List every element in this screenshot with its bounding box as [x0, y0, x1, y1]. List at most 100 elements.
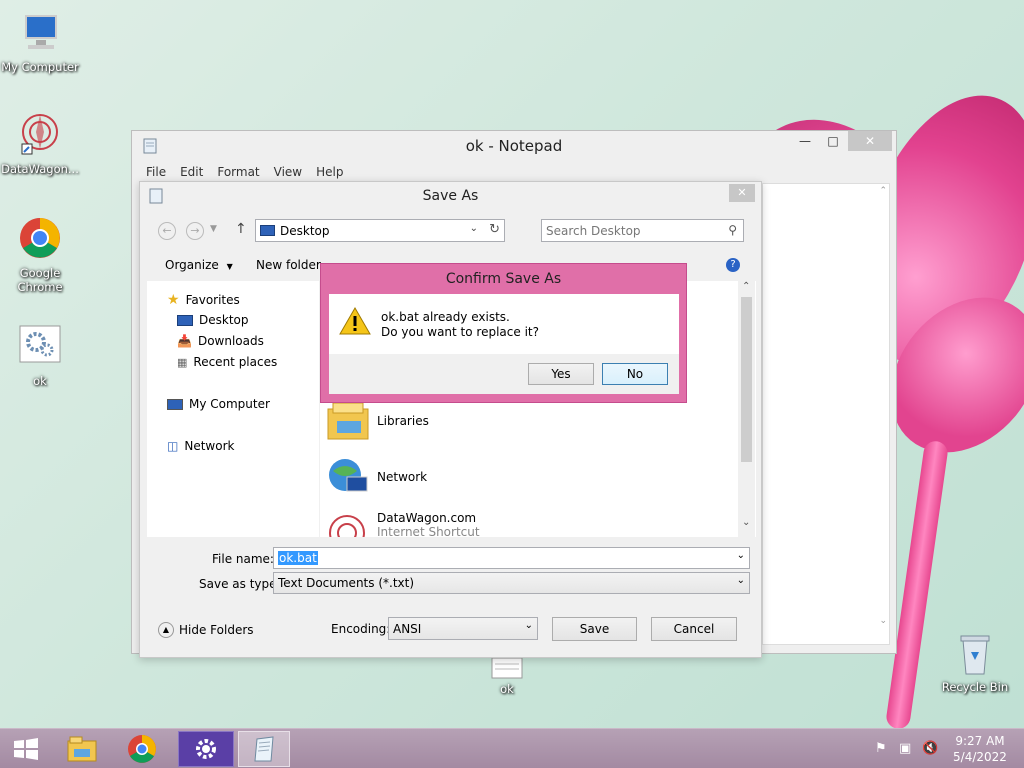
desktop-icon-ok-txt[interactable]: ok: [467, 656, 547, 696]
save-button[interactable]: Save: [552, 617, 637, 641]
address-bar[interactable]: Desktop ⌄ ↻: [255, 219, 505, 242]
file-name-label: File name:: [212, 552, 274, 566]
confirm-body: ok.bat already exists. Do you want to re…: [329, 294, 679, 354]
encoding-label: Encoding:: [331, 622, 391, 636]
notepad-text-area[interactable]: ⌃ ⌄: [762, 183, 890, 645]
address-text: Desktop: [280, 223, 330, 238]
list-item[interactable]: Network: [325, 455, 427, 499]
list-item[interactable]: Libraries: [325, 399, 429, 443]
notepad-title: ok - Notepad: [465, 137, 563, 155]
folder-icon: [67, 736, 97, 762]
file-type: Internet Shortcut: [377, 525, 480, 537]
action-center-flag-icon[interactable]: ⚑: [875, 741, 887, 756]
network-status-icon[interactable]: ▣: [899, 741, 911, 756]
tree-recent-places[interactable]: ▦ Recent places: [177, 355, 277, 369]
datawagon-icon: [329, 515, 365, 537]
minimize-button[interactable]: —: [792, 131, 818, 151]
organize-button[interactable]: Organize ▼: [165, 258, 233, 272]
chevron-down-icon: ▼: [226, 262, 233, 271]
vertical-scrollbar[interactable]: ⌃ ⌄: [738, 281, 755, 537]
list-item[interactable]: DataWagon.com Internet Shortcut: [325, 511, 480, 537]
cancel-button[interactable]: Cancel: [651, 617, 737, 641]
notepad-app-icon: [148, 187, 164, 215]
start-button[interactable]: [0, 731, 52, 767]
desktop-icon-label: My Computer: [1, 60, 79, 74]
menu-edit[interactable]: Edit: [180, 165, 203, 179]
menu-file[interactable]: File: [146, 165, 166, 179]
up-arrow-icon[interactable]: ↑: [235, 221, 247, 237]
gear-icon: [196, 739, 216, 759]
network-icon: ◫: [167, 439, 179, 453]
maximize-button[interactable]: □: [820, 131, 846, 151]
desktop-icon-google-chrome[interactable]: Google Chrome: [0, 216, 80, 294]
desktop-icon-recycle-bin[interactable]: Recycle Bin: [935, 630, 1015, 694]
scroll-down-icon[interactable]: ⌄: [742, 517, 750, 528]
notepad-titlebar[interactable]: ok - Notepad — □ ✕: [132, 131, 896, 161]
taskbar-file-explorer[interactable]: [56, 731, 108, 767]
chevron-up-icon: ▲: [158, 622, 174, 638]
chevron-down-icon: ⌄: [524, 620, 533, 631]
confirm-title: Confirm Save As: [445, 271, 562, 287]
desktop-icon-label: DataWagon...: [1, 162, 79, 176]
yes-button[interactable]: Yes: [528, 363, 594, 385]
menu-format[interactable]: Format: [217, 165, 259, 179]
search-input[interactable]: Search Desktop ⚲: [541, 219, 744, 242]
save-as-type-select[interactable]: Text Documents (*.txt) ⌄: [273, 572, 750, 594]
save-as-type-label: Save as type:: [199, 577, 281, 591]
desktop-icon-my-computer[interactable]: My Computer: [0, 10, 80, 74]
save-as-titlebar[interactable]: Save As ✕: [140, 182, 761, 210]
desktop-icon-label: Google Chrome: [17, 266, 63, 294]
taskbar-settings[interactable]: [178, 731, 234, 767]
chevron-down-icon[interactable]: ⌄: [470, 223, 478, 234]
downloads-icon: 📥: [177, 334, 192, 348]
chevron-down-icon: ⌄: [736, 575, 745, 586]
menu-help[interactable]: Help: [316, 165, 343, 179]
navigation-pane: ★ Favorites Desktop 📥 Downloads ▦ Recent…: [147, 281, 319, 537]
hide-folders-button[interactable]: ▲ Hide Folders: [158, 622, 254, 638]
dropdown-arrow-icon[interactable]: ▼: [210, 224, 217, 234]
taskbar-notepad[interactable]: [238, 731, 290, 767]
encoding-select[interactable]: ANSI ⌄: [388, 617, 538, 640]
desktop-icon-ok-bat[interactable]: ok: [0, 324, 80, 388]
clock-date: 5/4/2022: [953, 750, 1007, 764]
desktop-icon-label: ok: [500, 682, 514, 696]
forward-arrow-icon[interactable]: →: [186, 222, 204, 240]
refresh-icon[interactable]: ↻: [489, 222, 500, 237]
scroll-thumb[interactable]: [741, 297, 752, 462]
clock-time: 9:27 AM: [955, 734, 1005, 748]
network-globe-icon: [329, 459, 368, 492]
tree-my-computer[interactable]: My Computer: [167, 397, 270, 411]
close-button[interactable]: ✕: [848, 131, 892, 151]
scroll-down-icon[interactable]: ⌄: [879, 616, 887, 626]
desktop-icon-label: Recycle Bin: [941, 680, 1009, 694]
tree-downloads[interactable]: 📥 Downloads: [177, 334, 264, 348]
libraries-folder-icon: [327, 402, 369, 440]
chevron-down-icon[interactable]: ⌄: [737, 550, 745, 561]
scroll-up-icon[interactable]: ⌃: [879, 186, 887, 196]
file-name-input[interactable]: ok.bat ⌄: [273, 547, 750, 569]
no-button[interactable]: No: [602, 363, 668, 385]
tree-favorites[interactable]: ★ Favorites: [167, 292, 240, 308]
computer-icon: [167, 398, 183, 410]
volume-muted-icon[interactable]: 🔇: [922, 741, 938, 756]
desktop-folder-icon: [260, 225, 275, 236]
new-folder-button[interactable]: New folder: [256, 258, 321, 272]
tree-desktop[interactable]: Desktop: [177, 313, 249, 327]
scroll-up-icon[interactable]: ⌃: [742, 281, 750, 292]
menu-view[interactable]: View: [274, 165, 302, 179]
help-icon[interactable]: ?: [726, 258, 740, 272]
back-arrow-icon[interactable]: ←: [158, 222, 176, 240]
file-name-selected-text: ok.bat: [278, 551, 318, 565]
clock[interactable]: 9:27 AM 5/4/2022: [950, 733, 1010, 765]
datawagon-icon: [16, 112, 64, 160]
notepad-menubar: File Edit Format View Help: [132, 161, 896, 183]
windows-logo-icon: [14, 738, 38, 760]
desktop-icon-datawagon[interactable]: DataWagon...: [0, 112, 80, 176]
taskbar: ⚑ ▣ 🔇 9:27 AM 5/4/2022: [0, 728, 1024, 768]
close-button[interactable]: ✕: [729, 184, 755, 202]
computer-icon: [16, 10, 64, 58]
file-name: DataWagon.com: [377, 511, 477, 525]
tree-network[interactable]: ◫ Network: [167, 439, 234, 453]
search-icon: ⚲: [728, 223, 737, 237]
taskbar-chrome[interactable]: [116, 731, 168, 767]
